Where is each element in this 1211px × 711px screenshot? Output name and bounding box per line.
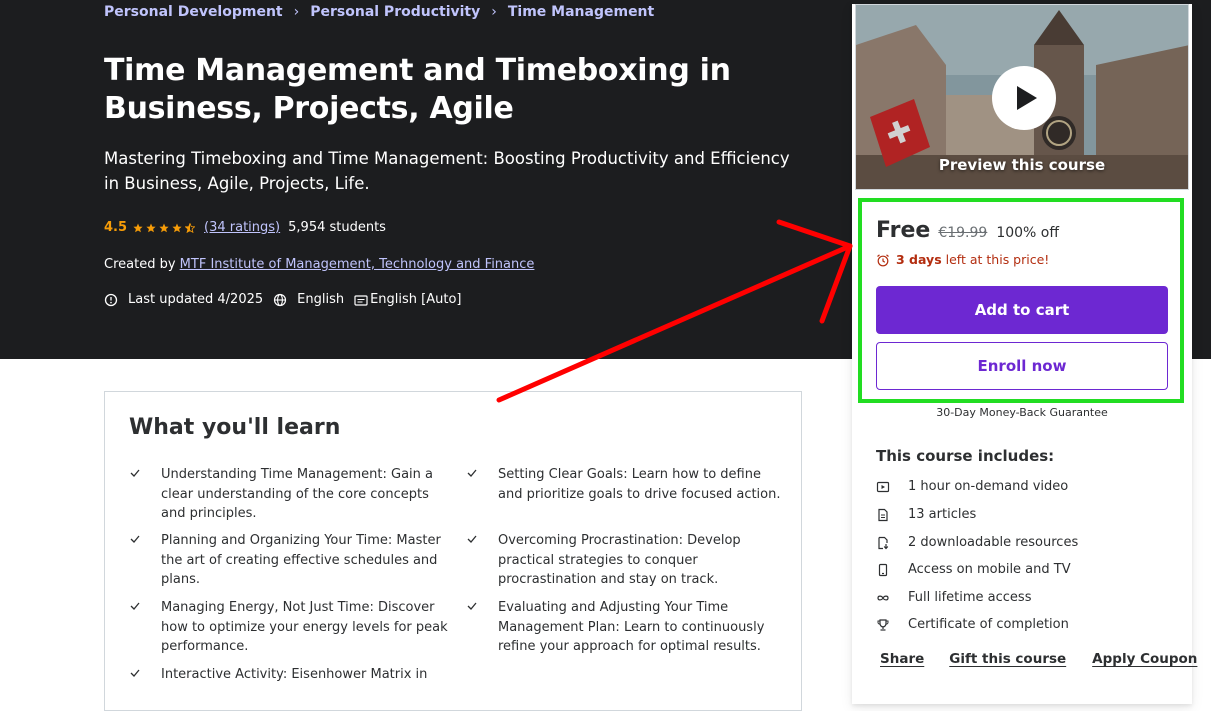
includes-item: Certificate of completion (876, 617, 1069, 632)
check-icon (130, 535, 140, 543)
learn-item: Planning and Organizing Your Time: Maste… (130, 531, 451, 590)
learn-item-text: Interactive Activity: Eisenhower Matrix … (161, 667, 428, 682)
learn-item-text: Setting Clear Goals: Learn how to define… (498, 467, 781, 502)
includes-item: Full lifetime access (876, 590, 1031, 605)
includes-item-label: 1 hour on-demand video (908, 479, 1069, 494)
includes-title: This course includes: (876, 447, 1055, 465)
trophy-icon (877, 618, 889, 631)
breadcrumb: Personal Development › Personal Producti… (104, 4, 654, 20)
learn-item-text: Managing Energy, Not Just Time: Discover… (161, 600, 448, 654)
instructor-link[interactable]: MTF Institute of Management, Technology … (180, 257, 535, 272)
created-by: Created by MTF Institute of Management, … (104, 257, 534, 272)
learn-item-text: Planning and Organizing Your Time: Maste… (161, 533, 441, 587)
rating-row: 4.5 (34 ratings) 5,954 students (104, 220, 386, 235)
includes-item: 13 articles (876, 507, 976, 522)
star-icon (133, 223, 143, 232)
course-meta: Last updated 4/2025 English English [Aut… (104, 292, 462, 307)
star-icon (172, 223, 182, 232)
learn-item: Setting Clear Goals: Learn how to define… (467, 465, 788, 504)
includes-item-label: Full lifetime access (908, 590, 1032, 605)
play-icon[interactable] (992, 66, 1056, 130)
globe-icon (274, 293, 287, 306)
learn-item: Evaluating and Adjusting Your Time Manag… (467, 598, 788, 657)
gift-course-link[interactable]: Gift this course (949, 651, 1066, 667)
rating-value: 4.5 (104, 220, 128, 235)
learn-item: Understanding Time Management: Gain a cl… (130, 465, 451, 524)
includes-item-label: Access on mobile and TV (908, 562, 1071, 577)
learn-item-text: Evaluating and Adjusting Your Time Manag… (498, 600, 765, 654)
created-by-label: Created by (104, 257, 176, 272)
star-half-icon (185, 222, 196, 233)
includes-item: 2 downloadable resources (876, 535, 1078, 550)
includes-item-label: 2 downloadable resources (908, 535, 1079, 550)
video-icon (876, 481, 890, 492)
captions-icon (354, 294, 368, 306)
last-updated: Last updated 4/2025 (128, 292, 264, 307)
infinity-icon (877, 595, 889, 600)
chevron-right-icon: › (491, 4, 497, 20)
annotation-highlight-box (858, 198, 1184, 403)
ratings-count-link[interactable]: (34 ratings) (204, 220, 280, 235)
students-count: 5,954 students (288, 220, 386, 235)
includes-item-label: Certificate of completion (908, 617, 1069, 632)
learn-item-text: Overcoming Procrastination: Develop prac… (498, 533, 741, 587)
course-language: English (297, 292, 345, 307)
apply-coupon-link[interactable]: Apply Coupon (1092, 651, 1197, 667)
preview-course-label[interactable]: Preview this course (856, 156, 1188, 174)
what-youll-learn: What you'll learn Understanding Time Man… (104, 391, 802, 711)
check-icon (467, 535, 477, 543)
money-back-guarantee: 30-Day Money-Back Guarantee (936, 406, 1108, 419)
star-icon (146, 223, 156, 232)
learn-item: Interactive Activity: Eisenhower Matrix … (130, 665, 451, 685)
card-links: Share Gift this course Apply Coupon (880, 651, 1197, 667)
chevron-right-icon: › (293, 4, 300, 20)
download-file-icon (878, 536, 889, 549)
mobile-icon (878, 563, 888, 576)
star-icon (159, 223, 169, 232)
share-link[interactable]: Share (880, 651, 924, 667)
article-icon (878, 508, 888, 521)
breadcrumb-item-personal-productivity[interactable]: Personal Productivity (310, 4, 480, 20)
breadcrumb-item-time-management[interactable]: Time Management (508, 4, 654, 20)
includes-item-label: 13 articles (908, 507, 977, 522)
star-rating (133, 222, 198, 233)
learn-item: Overcoming Procrastination: Develop prac… (467, 531, 788, 590)
check-icon (130, 602, 140, 610)
includes-item: 1 hour on-demand video (876, 479, 1068, 494)
check-icon (467, 602, 477, 610)
course-captions: English [Auto] (370, 292, 462, 307)
course-subtitle: Mastering Timeboxing and Time Management… (104, 149, 790, 193)
breadcrumb-item-personal-development[interactable]: Personal Development (104, 4, 283, 20)
check-icon (467, 469, 477, 477)
course-preview[interactable]: Preview this course (855, 4, 1189, 190)
learn-item-text: Understanding Time Management: Gain a cl… (161, 467, 433, 521)
check-icon (130, 669, 140, 677)
clock-alert-icon (104, 293, 118, 306)
includes-item: Access on mobile and TV (876, 562, 1071, 577)
course-title: Time Management and Timeboxing in Busine… (104, 53, 731, 126)
check-icon (130, 469, 140, 477)
what-youll-learn-heading: What you'll learn (129, 415, 341, 440)
learn-item: Managing Energy, Not Just Time: Discover… (130, 598, 451, 657)
